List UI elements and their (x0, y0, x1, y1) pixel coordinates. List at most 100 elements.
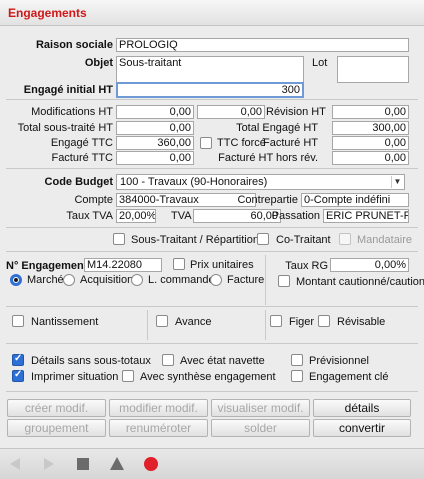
passation-field[interactable]: ERIC PRUNET-FOC (323, 209, 409, 223)
facture-ht-hors-rev-field[interactable]: 0,00 (332, 151, 409, 165)
facture-ht-field[interactable]: 0,00 (332, 136, 409, 150)
type-facture-radio[interactable] (210, 274, 222, 286)
sous-traitant-label: Sous-Traitant / Répartition (131, 234, 259, 246)
engage-initial-label: Engagé initial HT (23, 84, 113, 96)
compte-field[interactable]: 384000-Travaux (116, 193, 256, 207)
revision-ht-field[interactable]: 0,00 (332, 105, 409, 119)
creer-modif-button[interactable]: créer modif. (7, 399, 106, 417)
divider (6, 99, 418, 100)
total-engage-label: Total Engagé HT (236, 122, 318, 134)
vertical-divider (265, 310, 266, 340)
mandataire-label: Mandataire (357, 234, 413, 246)
divider (6, 251, 418, 252)
details-button[interactable]: détails (313, 399, 411, 417)
numero-engagement-field[interactable]: M14.22080 (84, 258, 162, 272)
figer-label: Figer (289, 316, 315, 328)
engage-ttc-field[interactable]: 360,00 (116, 136, 194, 150)
stop-icon[interactable] (76, 457, 90, 471)
divider (6, 168, 418, 169)
ttc-force-checkbox[interactable] (200, 137, 212, 149)
lot-field[interactable] (337, 56, 409, 83)
total-sous-traite-field[interactable]: 0,00 (116, 121, 194, 135)
eject-icon[interactable] (109, 456, 125, 471)
previsionnel-checkbox[interactable] (291, 354, 303, 366)
prix-unitaires-label: Prix unitaires (190, 259, 254, 271)
engage-initial-field[interactable]: 300 (116, 82, 304, 98)
numero-engagement-label: N° Engagement (6, 260, 88, 272)
montant-cautionne-label: Montant cautionné/caution (296, 276, 424, 288)
bottom-toolbar (0, 448, 424, 479)
ttc-force-label: TTC forcé (217, 137, 266, 149)
contrepartie-field[interactable]: 0-Compte indéfini (301, 193, 409, 207)
chevron-down-icon: ▼ (391, 176, 403, 188)
imprimer-situation-checkbox[interactable] (12, 369, 24, 382)
taux-rg-field[interactable]: 0,00% (330, 258, 409, 272)
groupement-button[interactable]: groupement (7, 419, 106, 437)
tva-field[interactable]: 60,00 (193, 209, 281, 223)
type-l-commande-label: L. commande (148, 274, 215, 286)
sous-traitant-checkbox[interactable] (113, 233, 125, 245)
total-engage-field[interactable]: 300,00 (332, 121, 409, 135)
vertical-divider (147, 310, 148, 340)
montant-cautionne-checkbox[interactable] (278, 275, 290, 287)
title-bar: Engagements (0, 0, 424, 26)
nantissement-label: Nantissement (31, 316, 99, 328)
facture-ttc-field[interactable]: 0,00 (116, 151, 194, 165)
tva-label: TVA (171, 210, 192, 222)
convertir-button[interactable]: convertir (313, 419, 411, 437)
engagement-cle-checkbox[interactable] (291, 370, 303, 382)
next-icon[interactable] (42, 457, 56, 471)
revisable-checkbox[interactable] (318, 315, 330, 327)
type-acquisition-radio[interactable] (63, 274, 75, 286)
divider (6, 227, 418, 228)
record-icon[interactable] (143, 456, 159, 472)
imprimer-situation-label: Imprimer situation (31, 371, 119, 383)
code-budget-label: Code Budget (44, 176, 113, 188)
taux-tva-field[interactable]: 20,00% (116, 209, 156, 223)
type-marche-radio[interactable] (10, 274, 22, 286)
divider (6, 343, 418, 344)
modifier-modif-button[interactable]: modifier modif. (109, 399, 208, 417)
mandataire-checkbox[interactable] (339, 233, 351, 245)
lot-label: Lot (312, 57, 328, 69)
previous-icon[interactable] (8, 457, 22, 471)
details-sans-sous-totaux-checkbox[interactable] (12, 353, 24, 366)
window-title: Engagements (8, 6, 87, 20)
avec-etat-navette-checkbox[interactable] (162, 354, 174, 366)
revisable-label: Révisable (337, 316, 386, 328)
taux-tva-label: Taux TVA (66, 210, 113, 222)
raison-sociale-field[interactable]: PROLOGIQ (116, 38, 409, 52)
objet-field[interactable]: Sous-traitant (116, 56, 304, 83)
objet-label: Objet (84, 57, 113, 69)
facture-ht-hors-rev-label: Facturé HT hors rév. (218, 152, 318, 164)
avance-checkbox[interactable] (156, 315, 168, 327)
co-traitant-label: Co-Traitant (276, 234, 331, 246)
previsionnel-label: Prévisionnel (309, 355, 369, 367)
modifications-ht-field[interactable]: 0,00 (116, 105, 194, 119)
compte-label: Compte (74, 194, 113, 206)
code-budget-select[interactable]: 100 - Travaux (90-Honoraires) ▼ (116, 174, 405, 190)
contrepartie-label: Contrepartie (237, 194, 298, 206)
prix-unitaires-checkbox[interactable] (173, 258, 185, 270)
type-l-commande-radio[interactable] (131, 274, 143, 286)
divider (6, 306, 418, 307)
figer-checkbox[interactable] (270, 315, 282, 327)
nantissement-checkbox[interactable] (12, 315, 24, 327)
taux-rg-label: Taux RG (285, 260, 328, 272)
passation-label: Passation (271, 210, 320, 222)
raison-sociale-label: Raison sociale (35, 39, 113, 51)
facture-ttc-label: Facturé TTC (51, 152, 113, 164)
avance-label: Avance (175, 316, 212, 328)
engagement-cle-label: Engagement clé (309, 371, 389, 383)
modifications-ht-label: Modifications HT (31, 106, 113, 118)
total-sous-traite-label: Total sous-traité HT (17, 122, 113, 134)
avec-synthese-checkbox[interactable] (122, 370, 134, 382)
visualiser-modif-button[interactable]: visualiser modif. (211, 399, 310, 417)
solder-button[interactable]: solder (211, 419, 310, 437)
renumeroter-button[interactable]: renuméroter (109, 419, 208, 437)
modifications-ht-field-2[interactable]: 0,00 (197, 105, 265, 119)
co-traitant-checkbox[interactable] (257, 233, 269, 245)
revision-ht-label: Révision HT (266, 106, 326, 118)
type-marche-label: Marché (27, 274, 64, 286)
code-budget-value: 100 - Travaux (90-Honoraires) (120, 176, 268, 188)
